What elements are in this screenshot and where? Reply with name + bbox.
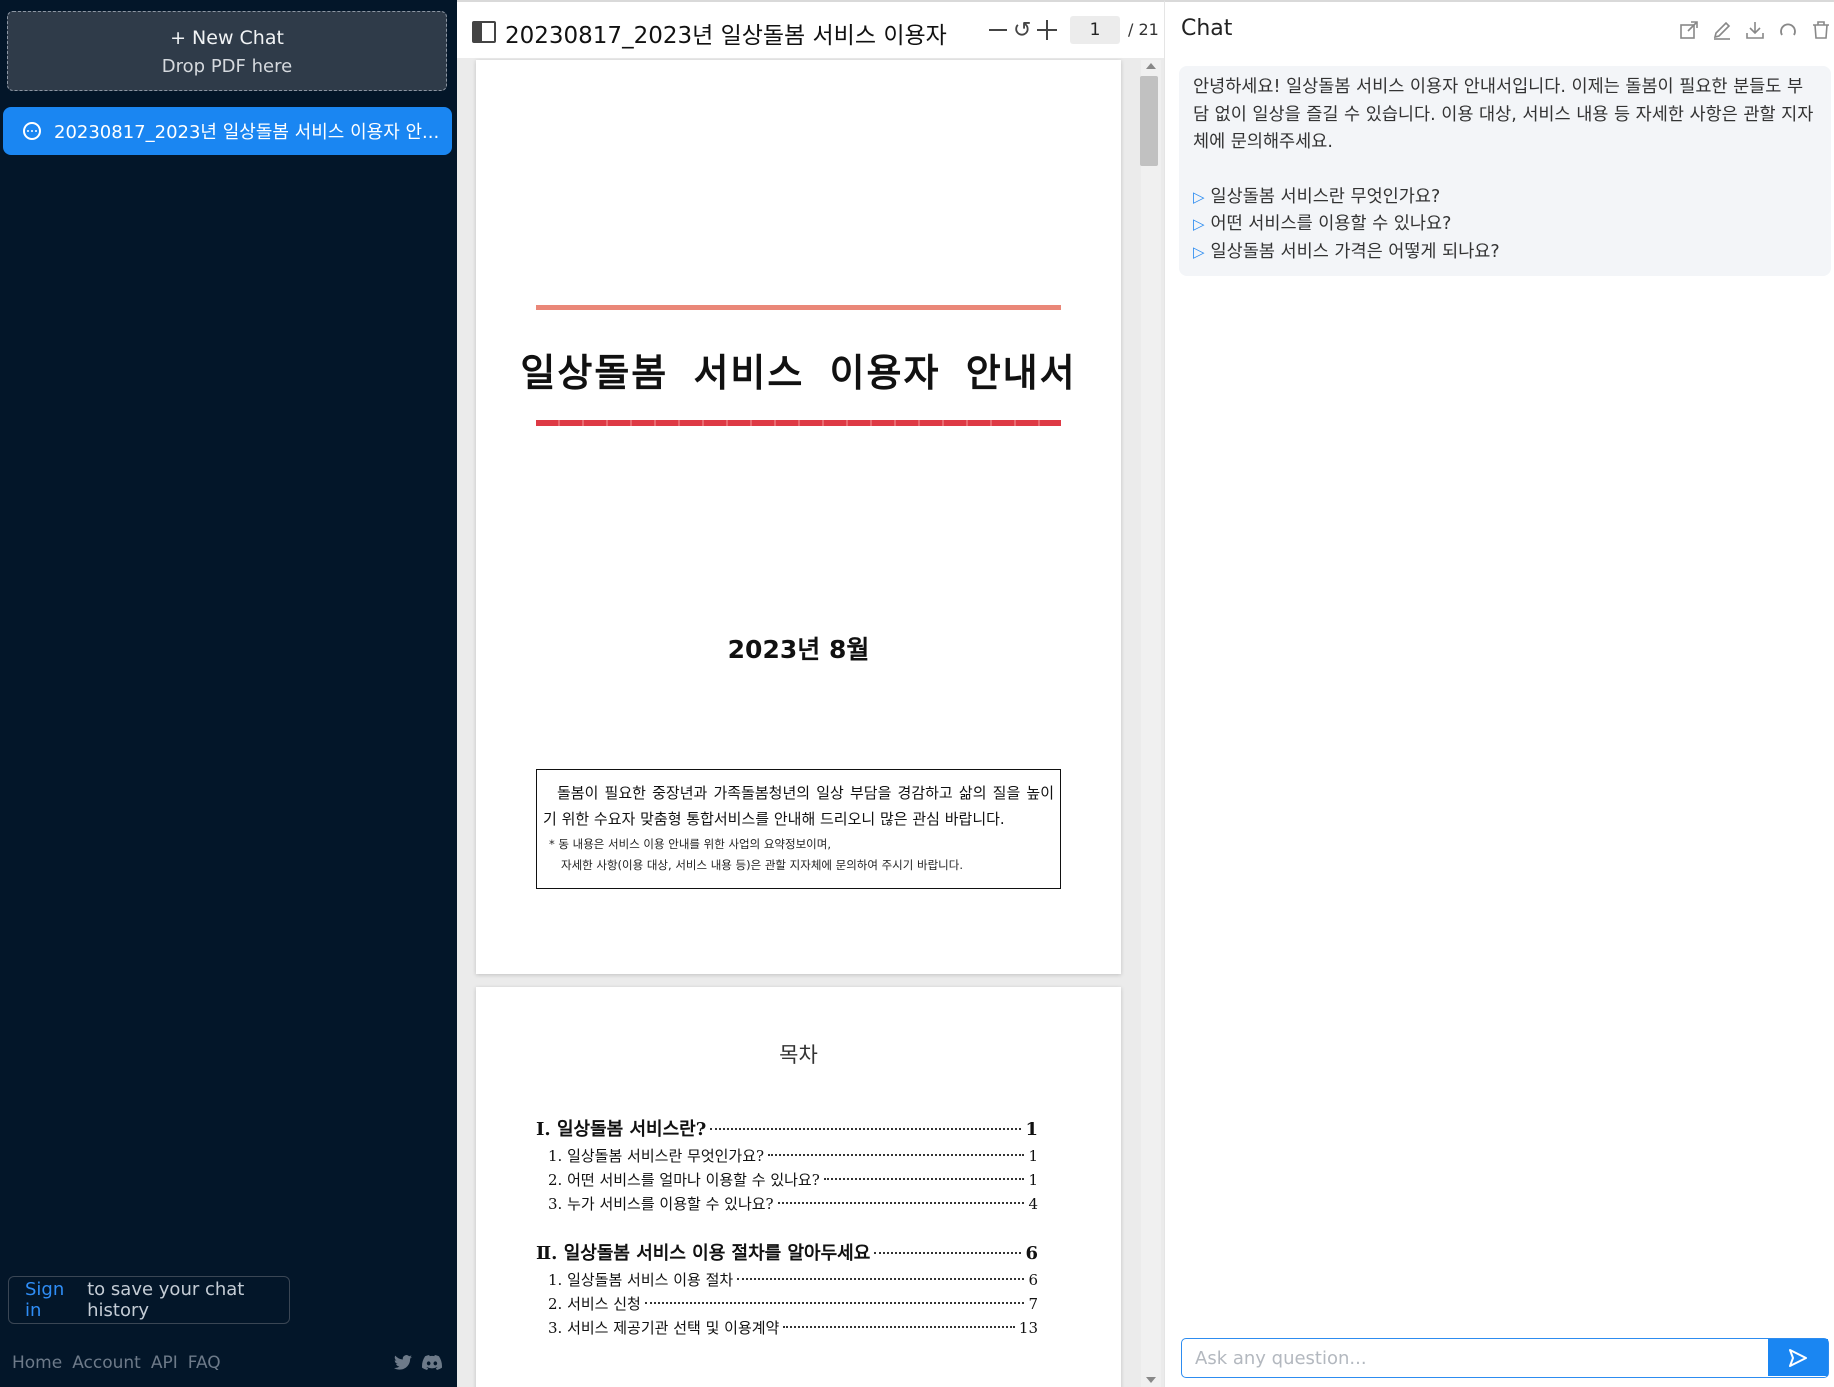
footer-link-home[interactable]: Home <box>12 1353 62 1373</box>
viewer-scrollbar[interactable] <box>1141 60 1161 1387</box>
send-icon <box>1789 1348 1807 1367</box>
signin-text: to save your chat history <box>87 1279 245 1321</box>
notice-box: 돌봄이 필요한 중장년과 가족돌봄청년의 일상 부담을 경감하고 삶의 질을 높… <box>536 769 1061 889</box>
toc-entry-page: 4 <box>1028 1195 1038 1213</box>
suggested-questions: ▷ 일상돌봄 서비스란 무엇인가요? ▷ 어떤 서비스를 이용할 수 있나요? ▷ 일… <box>1193 184 1817 267</box>
toc-entry-label: 1. 일상돌봄 서비스란 무엇인가요? <box>548 1147 765 1165</box>
footer-link-faq[interactable]: FAQ <box>188 1353 221 1373</box>
edit-icon[interactable] <box>1710 18 1733 41</box>
suggested-question-text: 어떤 서비스를 이용할 수 있나요? <box>1210 214 1452 234</box>
page-number-input[interactable] <box>1070 16 1120 44</box>
social-links <box>394 1355 443 1374</box>
toc-leader-dots <box>777 1202 1025 1204</box>
chat-panel: Chat 안녕하세요! 일상돌봄 서비스 이용자 안내서입니다. 이제는 돌봄이… <box>1164 0 1834 1387</box>
toc-entry: Ⅱ. 일상돌봄 서비스 이용 절차를 알아두세요 6 <box>536 1239 1038 1265</box>
toc-entry-page: 1 <box>1028 1171 1038 1189</box>
footer-link-api[interactable]: API <box>151 1353 178 1373</box>
sidebar-toggle-icon[interactable] <box>472 21 496 43</box>
trash-icon[interactable] <box>1809 18 1832 41</box>
notice-footnote-1: * 동 내용은 서비스 이용 안내를 위한 사업의 요약정보이며, <box>549 837 831 851</box>
new-chat-label[interactable]: + New Chat <box>8 27 446 49</box>
document-title: 일상돌봄 서비스 이용자 안내서 <box>520 351 1077 395</box>
scroll-up-arrow-icon[interactable] <box>1146 63 1156 69</box>
toc-entry-label: 1. 일상돌봄 서비스 이용 절차 <box>548 1271 734 1289</box>
toc-leader-dots <box>768 1154 1025 1156</box>
drop-pdf-label: Drop PDF here <box>161 56 293 77</box>
toc-entry-page: 7 <box>1028 1295 1038 1313</box>
toc-entry: 3. 누가 서비스를 이용할 수 있나요? 4 <box>536 1193 1038 1214</box>
toc-leader-dots <box>783 1326 1015 1328</box>
viewer-toolbar: 20230817_2023년 일상돌봄 서비스 이용자 ... ↺ / 21 <box>457 0 1164 58</box>
refresh-icon[interactable] <box>1776 18 1799 41</box>
toc-leader-dots <box>874 1252 1022 1254</box>
toc-entry: 3. 서비스 제공기관 선택 및 이용계약 13 <box>536 1317 1038 1338</box>
title-rule-top <box>536 305 1061 310</box>
share-icon[interactable] <box>1677 18 1700 41</box>
zoom-in-icon[interactable] <box>1037 20 1057 40</box>
toc-entry-page: 6 <box>1028 1271 1038 1289</box>
suggested-question[interactable]: ▷ 어떤 서비스를 이용할 수 있나요? <box>1193 211 1817 239</box>
send-arrow-icon: ▷ <box>1193 215 1205 233</box>
sidebar: + New Chat Drop PDF here 20230817_2023년 … <box>0 0 457 1387</box>
assistant-message: 안녕하세요! 일상돌봄 서비스 이용자 안내서입니다. 이제는 돌봄이 필요한 … <box>1179 66 1831 276</box>
toc-entry-label: 3. 누가 서비스를 이용할 수 있나요? <box>548 1195 774 1213</box>
notice-footnote-2: 자세한 사항(이용 대상, 서비스 내용 등)은 관할 지자체에 문의하여 주시… <box>561 858 963 872</box>
toc-entry-label: 3. 서비스 제공기관 선택 및 이용계약 <box>548 1319 780 1337</box>
twitter-icon[interactable] <box>394 1355 412 1374</box>
send-button[interactable] <box>1768 1339 1828 1376</box>
chat-title: Chat <box>1181 16 1233 41</box>
toc-entry-label: 2. 서비스 신청 <box>548 1295 641 1313</box>
toc-leader-dots <box>710 1128 1022 1130</box>
toc-entry: 1. 일상돌봄 서비스란 무엇인가요? 1 <box>536 1145 1038 1166</box>
toc-entry-label: Ⅱ. 일상돌봄 서비스 이용 절차를 알아두세요 <box>536 1243 871 1264</box>
download-icon[interactable] <box>1743 18 1766 41</box>
scroll-down-arrow-icon[interactable] <box>1146 1377 1156 1383</box>
suggested-question[interactable]: ▷ 일상돌봄 서비스란 무엇인가요? <box>1193 184 1817 212</box>
toc-entry-page: 1 <box>1025 1119 1038 1140</box>
pdf-page-2: 목차 Ⅰ. 일상돌봄 서비스란? 1 1. 일상돌봄 서비스란 무엇인가요? 1 2. … <box>476 987 1121 1387</box>
question-input[interactable] <box>1182 1339 1768 1377</box>
pdf-page-1: 일상돌봄 서비스 이용자 안내서 2023년 8월 돌봄이 필요한 중장년과 가… <box>476 60 1121 974</box>
signin-prompt: Sign in to save your chat history <box>8 1276 290 1324</box>
chat-item-label: 20230817_2023년 일상돌봄 서비스 이용자 안... <box>54 122 440 143</box>
footer-links: Home Account API FAQ <box>12 1353 221 1373</box>
chat-list-item[interactable]: 20230817_2023년 일상돌봄 서비스 이용자 안... <box>3 107 452 155</box>
toc-entry-label: 2. 어떤 서비스를 얼마나 이용할 수 있나요? <box>548 1171 820 1189</box>
toc-entry: 2. 서비스 신청 7 <box>536 1293 1038 1314</box>
signin-link[interactable]: Sign in <box>25 1279 80 1321</box>
footer-link-account[interactable]: Account <box>72 1353 141 1373</box>
toc-entry: Ⅰ. 일상돌봄 서비스란? 1 <box>536 1115 1038 1141</box>
suggested-question-text: 일상돌봄 서비스란 무엇인가요? <box>1210 186 1441 207</box>
assistant-intro-text: 안녕하세요! 일상돌봄 서비스 이용자 안내서입니다. 이제는 돌봄이 필요한 … <box>1193 77 1814 152</box>
page-total: / 21 <box>1128 20 1159 39</box>
chat-bubble-icon <box>23 122 41 140</box>
toc-entry: 2. 어떤 서비스를 얼마나 이용할 수 있나요? 1 <box>536 1169 1038 1190</box>
toc-leader-dots <box>823 1178 1025 1180</box>
toc-title: 목차 <box>779 1043 818 1067</box>
rotate-icon[interactable]: ↺ <box>1013 18 1031 43</box>
pdf-viewer: 20230817_2023년 일상돌봄 서비스 이용자 ... ↺ / 21 일… <box>457 0 1164 1387</box>
send-arrow-icon: ▷ <box>1193 242 1205 261</box>
question-input-bar <box>1181 1338 1829 1378</box>
toc-entry-page: 13 <box>1018 1319 1038 1337</box>
title-rule-bottom <box>536 420 1061 426</box>
discord-icon[interactable] <box>422 1355 443 1374</box>
toc-entry: 1. 일상돌봄 서비스 이용 절차 6 <box>536 1269 1038 1290</box>
notice-main-text: 돌봄이 필요한 중장년과 가족돌봄청년의 일상 부담을 경감하고 삶의 질을 높… <box>543 784 1055 828</box>
toc-leader-dots <box>737 1278 1025 1280</box>
pdf-title: 20230817_2023년 일상돌봄 서비스 이용자 ... <box>505 23 955 49</box>
suggested-question-text: 일상돌봄 서비스 가격은 어떻게 되나요? <box>1210 241 1500 262</box>
suggested-question[interactable]: ▷ 일상돌봄 서비스 가격은 어떻게 되나요? <box>1193 239 1817 267</box>
zoom-out-icon[interactable] <box>989 29 1007 31</box>
scrollbar-thumb[interactable] <box>1140 76 1158 166</box>
toc-leader-dots <box>644 1302 1025 1304</box>
toc-entry-page: 1 <box>1028 1147 1038 1165</box>
send-arrow-icon: ▷ <box>1193 187 1205 206</box>
new-chat-dropzone[interactable]: + New Chat Drop PDF here <box>7 11 447 91</box>
toc-entry-label: Ⅰ. 일상돌봄 서비스란? <box>536 1119 707 1140</box>
toc-entry-page: 6 <box>1025 1243 1038 1264</box>
chat-toolbar <box>1677 18 1832 41</box>
document-date: 2023년 8월 <box>727 635 870 664</box>
